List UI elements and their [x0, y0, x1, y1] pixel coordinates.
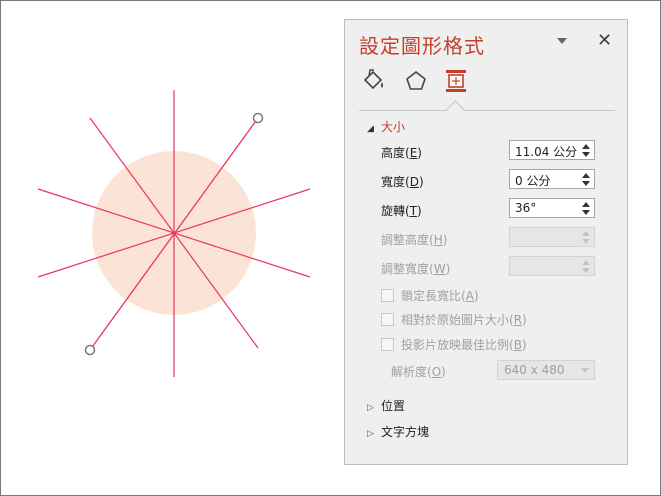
- width-spinner[interactable]: 0 公分: [509, 169, 595, 189]
- section-size-header[interactable]: ◢ 大小: [367, 118, 405, 135]
- slide-canvas[interactable]: [0, 0, 340, 496]
- best-scale-checkbox: 投影片放映最佳比例(B): [381, 336, 527, 353]
- height-spinner[interactable]: 11.04 公分: [509, 140, 595, 160]
- resolution-label: 解析度(O): [391, 365, 446, 379]
- scale-height-label: 調整高度(H): [381, 233, 448, 247]
- close-button[interactable]: ✕: [597, 30, 612, 51]
- rotation-value[interactable]: 36°: [515, 201, 536, 215]
- spin-up-icon[interactable]: [582, 202, 590, 207]
- section-textbox-header[interactable]: ▷ 文字方塊: [367, 423, 429, 440]
- expand-triangle-icon: ▷: [367, 403, 374, 413]
- width-label: 寬度(D): [381, 175, 424, 189]
- fill-line-icon[interactable]: [361, 68, 387, 94]
- scale-height-spinner: [509, 227, 595, 247]
- spin-down-icon[interactable]: [582, 181, 590, 186]
- spin-down-icon[interactable]: [582, 152, 590, 157]
- selection-handle-top[interactable]: [252, 112, 264, 124]
- expand-triangle-icon: ▷: [367, 429, 374, 439]
- rotation-label: 旋轉(T): [381, 204, 422, 218]
- relative-original-checkbox: 相對於原始圖片大小(R): [381, 311, 527, 328]
- resolution-select: 640 x 480: [497, 360, 595, 380]
- rotation-spinner[interactable]: 36°: [509, 198, 595, 218]
- spin-down-icon[interactable]: [582, 210, 590, 215]
- format-shape-pane: 設定圖形格式 ✕ ◢ 大小 高度(E) 11.04 公分 寬度(D) 0 公分 旋…: [344, 19, 628, 465]
- height-value[interactable]: 11.04 公分: [515, 143, 577, 160]
- chevron-down-icon[interactable]: [557, 38, 567, 44]
- star-lines[interactable]: [37, 90, 311, 377]
- checkbox-box: [381, 313, 394, 326]
- spin-up-icon[interactable]: [582, 173, 590, 178]
- pane-title: 設定圖形格式: [359, 34, 485, 58]
- selection-handle-bottom[interactable]: [84, 344, 96, 356]
- active-tab-pointer: [446, 100, 465, 119]
- width-value[interactable]: 0 公分: [515, 172, 550, 189]
- section-position-header[interactable]: ▷ 位置: [367, 397, 405, 414]
- scale-width-label: 調整寬度(W): [381, 262, 451, 276]
- size-properties-icon[interactable]: [443, 68, 469, 94]
- tab-separator: [359, 110, 615, 111]
- scale-width-spinner: [509, 256, 595, 276]
- checkbox-box: [381, 338, 394, 351]
- chevron-down-icon: [581, 368, 589, 373]
- lock-aspect-checkbox: 鎖定長寬比(A): [381, 287, 479, 304]
- height-label: 高度(E): [381, 146, 422, 160]
- spin-up-icon[interactable]: [582, 144, 590, 149]
- collapse-triangle-icon: ◢: [367, 124, 374, 134]
- effects-pentagon-icon[interactable]: [403, 68, 429, 94]
- checkbox-box: [381, 289, 394, 302]
